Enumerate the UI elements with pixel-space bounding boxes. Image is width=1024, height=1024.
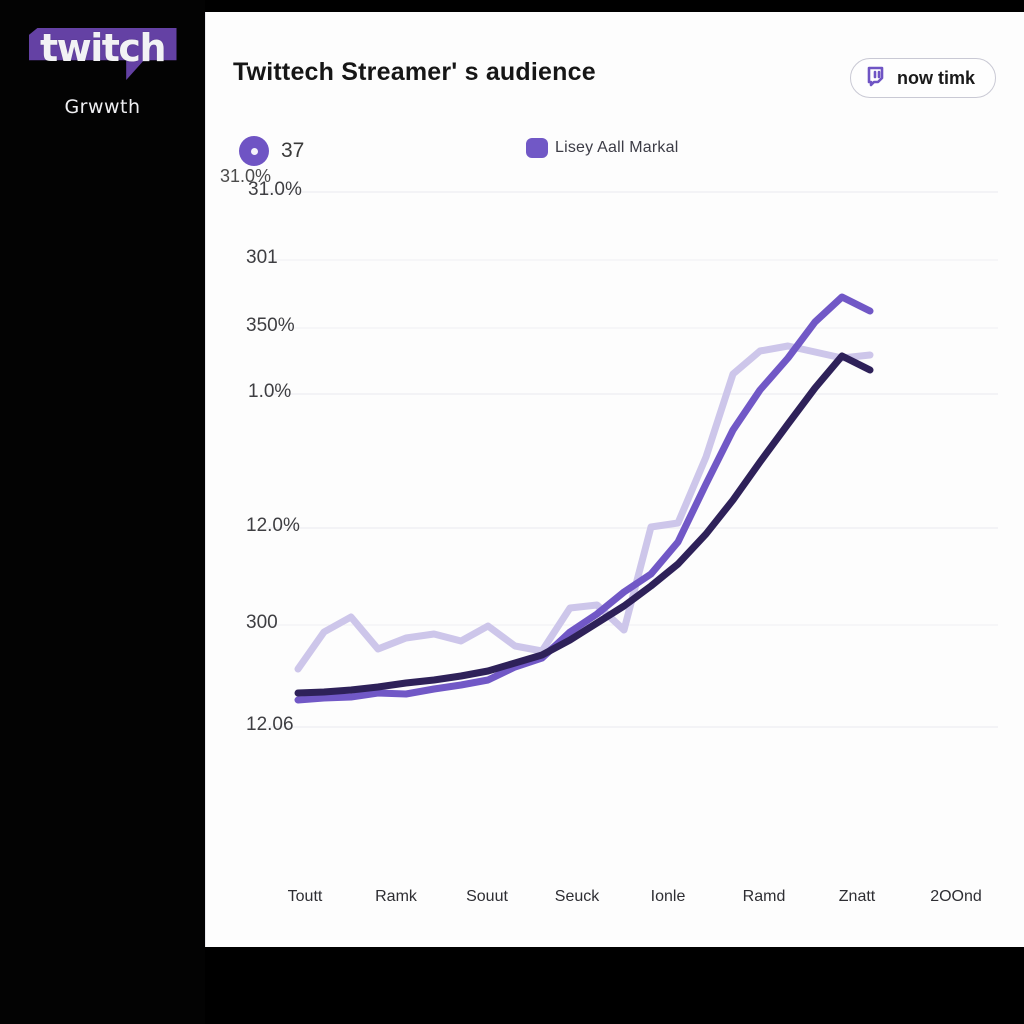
- chart-card: Twittech Streamer' s audience now timk 3…: [205, 12, 1024, 947]
- now-live-button[interactable]: now timk: [849, 58, 996, 98]
- y-axis-tick-label: 1.0%: [248, 381, 292, 402]
- chart-series-line[interactable]: [294, 352, 874, 697]
- y-axis-tick-label: 12.06: [246, 714, 294, 735]
- line-chart-plot: 31.0% 301 350% 1.0% 12.0% 300 12.06: [206, 162, 1024, 892]
- twitch-logo-text: twitch: [39, 26, 167, 70]
- x-axis-tick-label: Znatt: [838, 888, 876, 905]
- x-axis-tick-label: Ionle: [650, 888, 686, 905]
- x-axis-tick-label: Ramd: [742, 888, 786, 905]
- x-axis-labels: Toutt Ramk Souut Seuck Ionle Ramd Znatt 2OOnd: [206, 880, 1024, 920]
- card-header: Twittech Streamer' s audience now timk: [206, 12, 1024, 122]
- y-axis-tick-label: 31.0%: [248, 179, 302, 200]
- x-axis-tick-label: Toutt: [287, 888, 323, 905]
- x-axis-tick-label: Souut: [466, 888, 508, 905]
- legend-secondary-label: Lisey Aall Markal: [555, 139, 679, 156]
- y-axis-tick-label: 12.0%: [246, 515, 300, 536]
- y-axis-tick-label: 301: [246, 247, 278, 268]
- y-axis-tick-label: 350%: [246, 315, 295, 336]
- brand-block: twitch Grwwth: [0, 24, 205, 118]
- y-axis-tick-label: 300: [246, 612, 278, 633]
- legend-primary-value: 37: [281, 139, 305, 162]
- chart-canvas: [266, 191, 998, 728]
- page-title: Twittech Streamer' s audience: [233, 58, 596, 86]
- brand-subtitle: Grwwth: [64, 96, 141, 118]
- square-marker-icon: [526, 138, 548, 158]
- chart-series-line[interactable]: [294, 293, 874, 704]
- twitch-glyph-icon: [865, 66, 888, 91]
- now-live-button-label: now timk: [896, 67, 975, 88]
- x-axis-tick-label: Seuck: [554, 888, 600, 905]
- x-axis-tick-label: 2OOnd: [930, 888, 982, 905]
- twitch-logo[interactable]: twitch: [23, 24, 183, 90]
- sidebar-rail: twitch Grwwth: [0, 0, 205, 1024]
- legend-item-secondary[interactable]: Lisey Aall Markal: [526, 138, 678, 158]
- x-axis-tick-label: Ramk: [375, 888, 417, 905]
